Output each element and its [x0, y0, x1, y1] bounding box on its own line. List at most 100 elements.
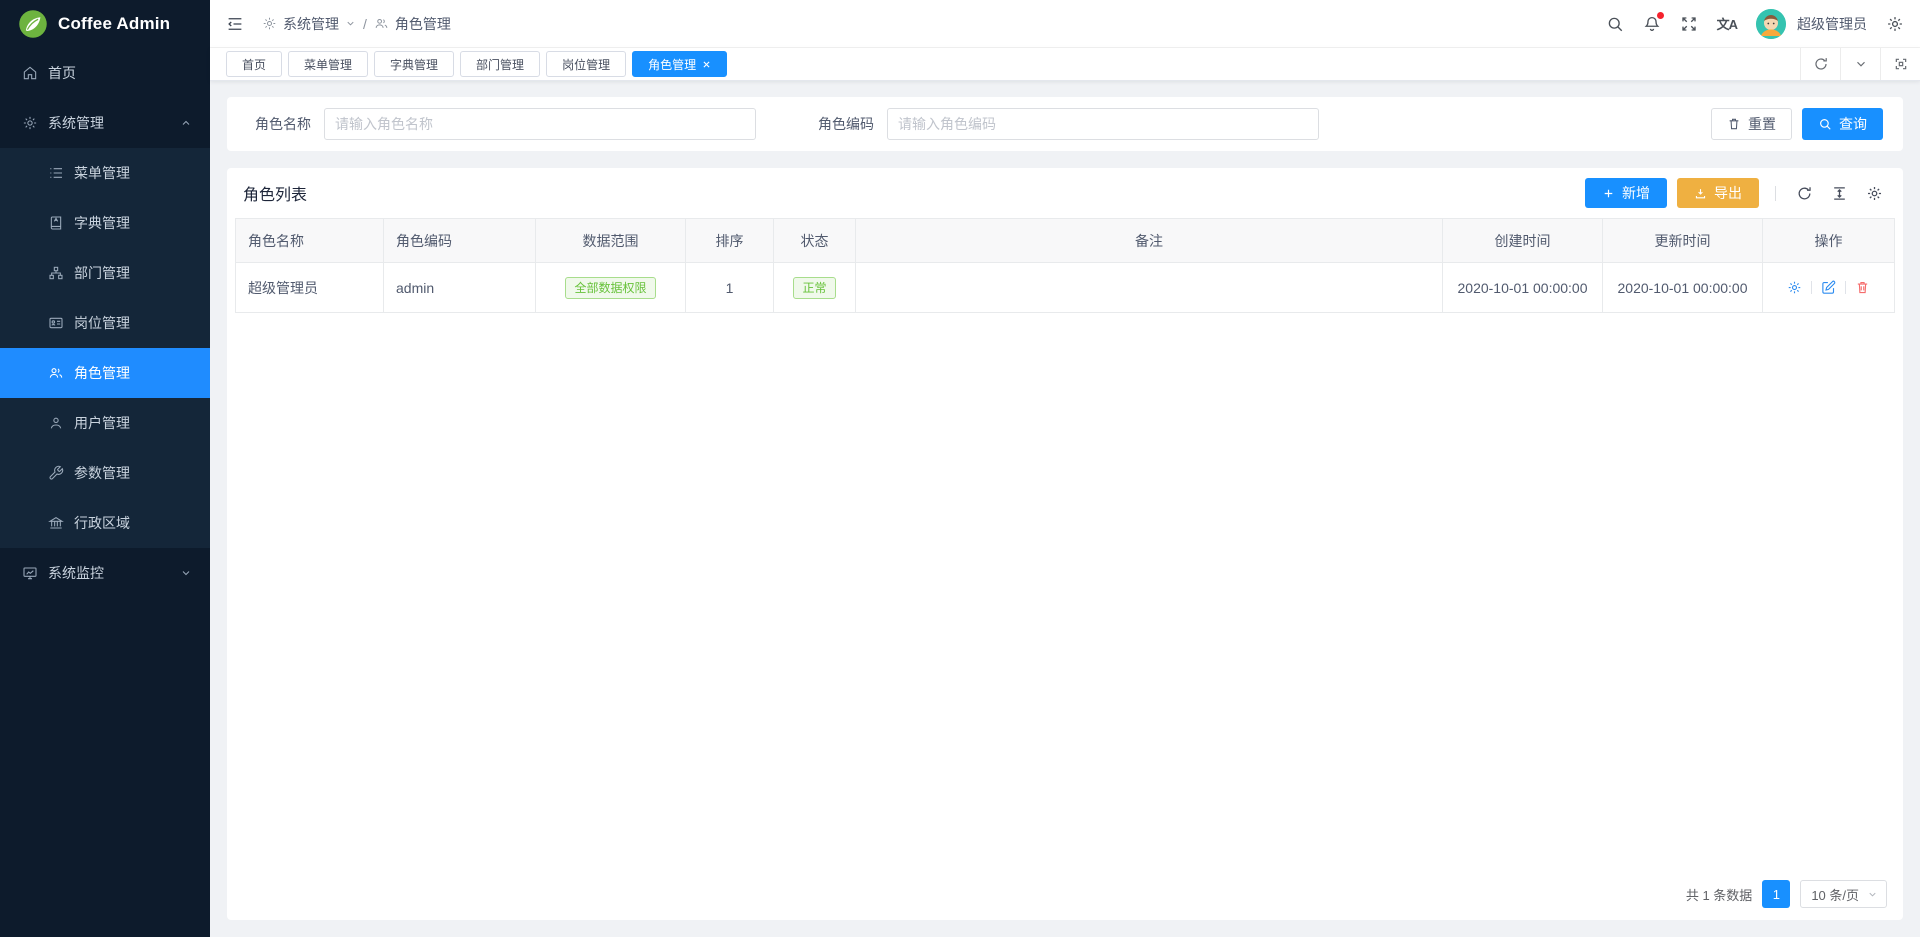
- action-divider: [1845, 281, 1846, 294]
- top-navbar: 系统管理 / 角色管理 文A 超级管理员: [210, 0, 1920, 48]
- tab-label: 首页: [242, 56, 266, 73]
- cell-data-scope: 全部数据权限: [536, 263, 686, 313]
- row-delete-icon[interactable]: [1855, 280, 1870, 295]
- menu-fold-icon[interactable]: [226, 15, 244, 33]
- sidebar-item-system-monitor[interactable]: 系统监控: [0, 548, 210, 598]
- chevron-up-icon: [180, 117, 192, 129]
- row-permission-gear-icon[interactable]: [1787, 280, 1802, 295]
- tab-label: 字典管理: [390, 56, 438, 73]
- tab-label: 菜单管理: [304, 56, 352, 73]
- app-root: Coffee Admin 首页 系统管理 菜单管理 字典管理 部门管理: [0, 0, 1920, 937]
- bell-icon[interactable]: [1643, 15, 1661, 33]
- org-tree-icon: [48, 265, 64, 281]
- search-buttons: 重置 查询: [1711, 108, 1883, 140]
- pagination: 共 1 条数据 1 10 条/页: [235, 868, 1895, 920]
- column-header-created-at: 创建时间: [1443, 219, 1603, 263]
- sidebar-item-label: 首页: [48, 63, 76, 83]
- tabs-bar: 首页 菜单管理 字典管理 部门管理 岗位管理 角色管理: [210, 48, 1920, 81]
- sidebar-item-system-management[interactable]: 系统管理: [0, 98, 210, 148]
- sidebar-item-home[interactable]: 首页: [0, 48, 210, 98]
- refresh-icon[interactable]: [1800, 48, 1840, 80]
- monitor-icon: [22, 565, 38, 581]
- page-size-value: 10 条/页: [1811, 885, 1859, 904]
- chevron-down-icon: [180, 567, 192, 579]
- column-header-sort: 排序: [686, 219, 774, 263]
- column-header-updated-at: 更新时间: [1603, 219, 1763, 263]
- role-name-label: 角色名称: [247, 114, 311, 134]
- search-form-card: 角色名称 角色编码 重置 查询: [227, 97, 1903, 151]
- page-button-1[interactable]: 1: [1762, 880, 1790, 908]
- gear-icon[interactable]: [1886, 15, 1904, 33]
- cell-created-at: 2020-10-01 00:00:00: [1443, 263, 1603, 313]
- user-icon: [48, 415, 64, 431]
- breadcrumb-role-management[interactable]: 角色管理: [374, 14, 451, 34]
- tab-dict-management[interactable]: 字典管理: [374, 51, 454, 77]
- search-icon[interactable]: [1606, 15, 1624, 33]
- sidebar-item-region-management[interactable]: 行政区域: [0, 498, 210, 548]
- sidebar-item-role-management[interactable]: 角色管理: [0, 348, 210, 398]
- reset-button[interactable]: 重置: [1711, 108, 1792, 140]
- maximize-icon[interactable]: [1880, 48, 1920, 80]
- download-icon: [1694, 187, 1707, 200]
- sidebar-item-param-management[interactable]: 参数管理: [0, 448, 210, 498]
- chevron-down-icon[interactable]: [1840, 48, 1880, 80]
- trash-icon: [1727, 117, 1741, 131]
- role-name-input[interactable]: [324, 108, 756, 140]
- sidebar-item-post-management[interactable]: 岗位管理: [0, 298, 210, 348]
- add-button[interactable]: 新增: [1585, 178, 1667, 208]
- column-header-role-name: 角色名称: [236, 219, 384, 263]
- row-edit-icon[interactable]: [1821, 280, 1836, 295]
- column-settings-gear-icon[interactable]: [1862, 185, 1887, 202]
- role-code-form-item: 角色编码: [810, 108, 1319, 140]
- translate-icon[interactable]: 文A: [1717, 14, 1737, 33]
- export-button[interactable]: 导出: [1677, 178, 1759, 208]
- card-title: 角色列表: [243, 181, 307, 205]
- data-scope-tag: 全部数据权限: [565, 277, 655, 299]
- user-name[interactable]: 超级管理员: [1797, 14, 1867, 34]
- fullscreen-icon[interactable]: [1680, 15, 1698, 33]
- plus-icon: [1602, 187, 1615, 200]
- cell-actions: [1763, 263, 1895, 313]
- app-title: Coffee Admin: [58, 14, 170, 34]
- search-icon: [1818, 117, 1832, 131]
- cell-remark: [856, 263, 1443, 313]
- sidebar-item-label: 参数管理: [74, 463, 130, 483]
- tab-post-management[interactable]: 岗位管理: [546, 51, 626, 77]
- tab-label: 角色管理: [648, 56, 696, 73]
- sidebar-item-label: 用户管理: [74, 413, 130, 433]
- chevron-down-icon: [1867, 889, 1878, 900]
- breadcrumb-system-management[interactable]: 系统管理: [262, 14, 356, 34]
- role-code-input[interactable]: [887, 108, 1319, 140]
- toolbar-divider: [1775, 186, 1776, 201]
- breadcrumb-label: 系统管理: [283, 14, 339, 34]
- sidebar-item-dept-management[interactable]: 部门管理: [0, 248, 210, 298]
- status-badge: 正常: [793, 277, 835, 299]
- query-button[interactable]: 查询: [1802, 108, 1883, 140]
- reset-button-label: 重置: [1748, 114, 1776, 134]
- tab-menu-management[interactable]: 菜单管理: [288, 51, 368, 77]
- tab-dept-management[interactable]: 部门管理: [460, 51, 540, 77]
- gear-icon: [22, 115, 38, 131]
- tab-label: 部门管理: [476, 56, 524, 73]
- tab-label: 岗位管理: [562, 56, 610, 73]
- row-density-icon[interactable]: [1827, 185, 1852, 202]
- sidebar-item-user-management[interactable]: 用户管理: [0, 398, 210, 448]
- avatar[interactable]: [1756, 9, 1786, 39]
- tab-home[interactable]: 首页: [226, 51, 282, 77]
- page-size-select[interactable]: 10 条/页: [1800, 880, 1887, 908]
- table-row: 超级管理员 admin 全部数据权限 1 正常 2020-10-01 00:00…: [236, 263, 1895, 313]
- close-icon[interactable]: [702, 60, 711, 69]
- tab-role-management[interactable]: 角色管理: [632, 51, 727, 77]
- sidebar-submenu-system: 菜单管理 字典管理 部门管理 岗位管理 角色管理 用户管理: [0, 148, 210, 548]
- bank-icon: [48, 515, 64, 531]
- query-button-label: 查询: [1839, 114, 1867, 134]
- sidebar-item-label: 岗位管理: [74, 313, 130, 333]
- sidebar-item-menu-management[interactable]: 菜单管理: [0, 148, 210, 198]
- sidebar-item-label: 系统管理: [48, 113, 104, 133]
- role-table: 角色名称 角色编码 数据范围 排序 状态 备注 创建时间 更新时间 操作: [235, 218, 1895, 313]
- wrench-icon: [48, 465, 64, 481]
- sidebar-item-dict-management[interactable]: 字典管理: [0, 198, 210, 248]
- refresh-icon[interactable]: [1792, 185, 1817, 202]
- sidebar: Coffee Admin 首页 系统管理 菜单管理 字典管理 部门管理: [0, 0, 210, 937]
- cell-sort: 1: [686, 263, 774, 313]
